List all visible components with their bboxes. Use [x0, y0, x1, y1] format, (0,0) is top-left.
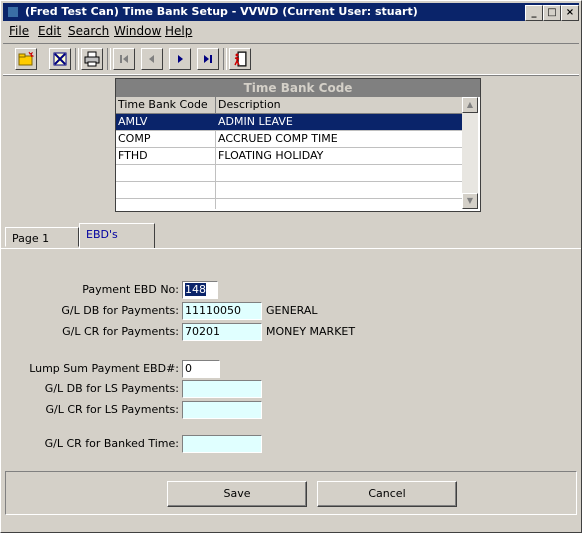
cell-description: FLOATING HOLIDAY: [218, 149, 324, 162]
cell-description: ADMIN LEAVE: [218, 115, 293, 128]
gl-cr-banked-label: G/L CR for Banked Time:: [44, 437, 179, 450]
next-record-icon: [178, 55, 183, 63]
delete-button[interactable]: [49, 48, 71, 70]
tab-ebds[interactable]: EBD's: [79, 223, 155, 249]
gl-db-ls-field[interactable]: [182, 380, 262, 398]
table-row[interactable]: AMLV ADMIN LEAVE: [116, 114, 462, 131]
minimize-button[interactable]: _: [525, 5, 543, 21]
gl-cr-banked-field[interactable]: [182, 435, 262, 453]
toolbar-separator: [75, 48, 79, 70]
scroll-down-button[interactable]: ▼: [462, 193, 478, 209]
app-icon[interactable]: [7, 6, 19, 18]
lump-sum-ebd-field[interactable]: 0: [182, 360, 220, 378]
tab-page-1[interactable]: Page 1: [5, 227, 79, 247]
table-row[interactable]: [116, 199, 462, 209]
grid-caption: Time Bank Code: [116, 79, 480, 97]
cell-description: [216, 182, 462, 198]
tab-strip: Page 1 EBD's: [1, 223, 581, 249]
menu-edit[interactable]: Edit: [38, 24, 61, 38]
toolbar-separator: [223, 48, 227, 70]
table-row[interactable]: [116, 165, 462, 182]
delete-icon: [53, 52, 67, 66]
previous-record-button[interactable]: [141, 48, 163, 70]
payment-ebd-field[interactable]: 148: [182, 281, 218, 299]
cancel-button[interactable]: Cancel: [317, 481, 457, 507]
toolbar-separator: [107, 48, 111, 70]
payment-ebd-label: Payment EBD No:: [82, 283, 179, 296]
first-record-icon: [120, 55, 128, 63]
column-header-code[interactable]: Time Bank Code: [116, 97, 216, 113]
ebd-panel: Payment EBD No: 148 G/L DB for Payments:…: [1, 249, 581, 461]
last-record-button[interactable]: [197, 48, 219, 70]
grid-header: Time Bank Code Description: [116, 97, 462, 114]
menu-window[interactable]: Window: [114, 24, 161, 38]
cell-code: FTHD: [116, 148, 216, 164]
maximize-button[interactable]: □: [543, 5, 561, 21]
cell-description: ACCRUED COMP TIME: [218, 132, 338, 145]
gl-cr-payments-label: G/L CR for Payments:: [62, 325, 179, 338]
column-header-description[interactable]: Description: [216, 97, 462, 113]
scroll-up-button[interactable]: ▲: [462, 97, 478, 113]
menu-help-label: Help: [165, 24, 193, 38]
time-bank-grid: Time Bank Code Time Bank Code Descriptio…: [115, 78, 481, 212]
cell-code: COMP: [116, 131, 216, 147]
gl-db-ls-label: G/L DB for LS Payments:: [44, 382, 179, 395]
gl-db-payments-field[interactable]: 11110050: [182, 302, 262, 320]
previous-record-icon: [149, 55, 154, 63]
exit-icon: [234, 51, 247, 67]
cell-code: [116, 199, 216, 209]
menu-help[interactable]: Help: [165, 24, 192, 38]
gl-cr-payments-field[interactable]: 70201: [182, 323, 262, 341]
title-bar[interactable]: (Fred Test Can) Time Bank Setup - VVWD (…: [3, 3, 579, 21]
last-record-icon: [204, 55, 212, 63]
grid-scrollbar[interactable]: ▲ ▼: [462, 97, 478, 209]
gl-db-payments-label: G/L DB for Payments:: [61, 304, 179, 317]
main-window: (Fred Test Can) Time Bank Setup - VVWD (…: [0, 0, 582, 533]
gl-cr-ls-label: G/L CR for LS Payments:: [45, 403, 180, 416]
next-record-button[interactable]: [169, 48, 191, 70]
toolbar: [3, 43, 579, 75]
menu-window-label: Window: [114, 24, 162, 38]
window-title: (Fred Test Can) Time Bank Setup - VVWD (…: [25, 5, 418, 18]
new-folder-icon: [18, 51, 34, 66]
menu-bar: File Edit Search Window Help: [3, 22, 579, 41]
lump-sum-ebd-label: Lump Sum Payment EBD#:: [29, 362, 179, 375]
print-button[interactable]: [81, 48, 103, 70]
menu-file[interactable]: File: [9, 24, 29, 38]
cell-description: [216, 199, 462, 209]
gl-cr-payments-description: MONEY MARKET: [266, 325, 356, 338]
first-record-button[interactable]: [113, 48, 135, 70]
close-button[interactable]: ×: [561, 5, 579, 21]
cell-code: [116, 165, 216, 181]
menu-search[interactable]: Search: [68, 24, 109, 38]
exit-button[interactable]: [229, 48, 251, 70]
menu-edit-label: Edit: [38, 24, 62, 38]
gl-cr-ls-field[interactable]: [182, 401, 262, 419]
table-row[interactable]: [116, 182, 462, 199]
gl-db-payments-description: GENERAL: [266, 304, 318, 317]
payment-ebd-value: 148: [185, 283, 206, 296]
save-button[interactable]: Save: [167, 481, 307, 507]
menu-search-label: Search: [68, 24, 110, 38]
table-row[interactable]: FTHD FLOATING HOLIDAY: [116, 148, 462, 165]
new-button[interactable]: [15, 48, 37, 70]
print-icon: [84, 51, 100, 67]
menu-file-label: File: [9, 24, 30, 38]
cell-description: [216, 165, 462, 181]
cell-code: AMLV: [116, 114, 216, 130]
table-row[interactable]: COMP ACCRUED COMP TIME: [116, 131, 462, 148]
cell-code: [116, 182, 216, 198]
